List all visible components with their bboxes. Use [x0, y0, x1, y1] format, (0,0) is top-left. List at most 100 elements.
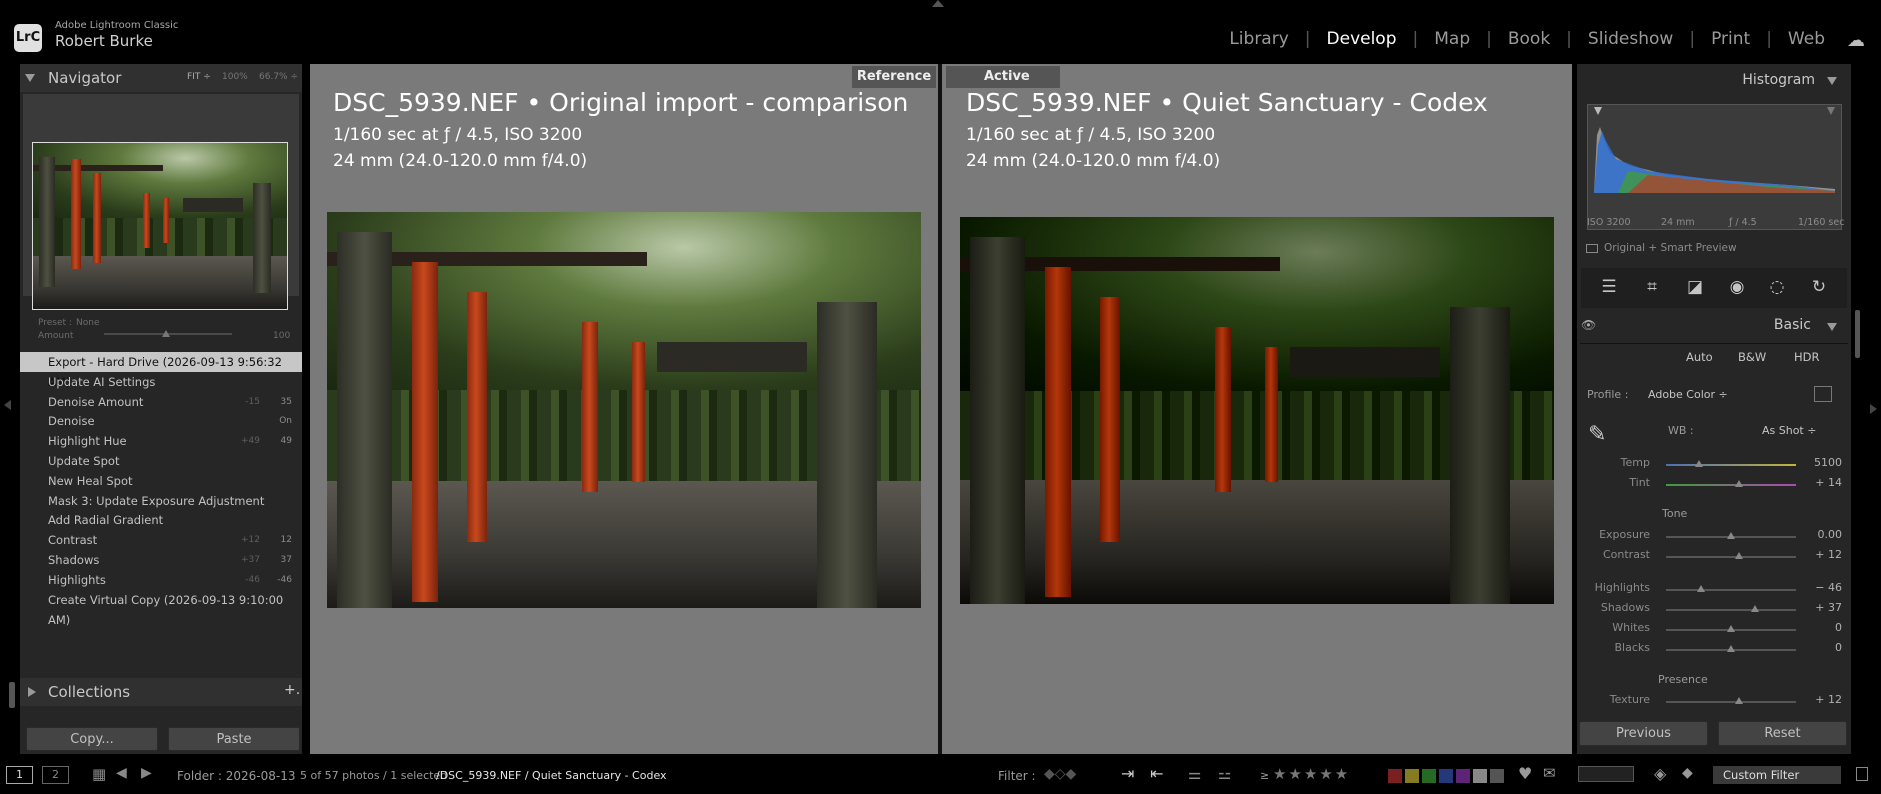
add-collection-icon[interactable]: +. — [284, 682, 300, 698]
expand-triangle-icon[interactable] — [28, 687, 36, 697]
slider-value[interactable]: 5100 — [1814, 456, 1842, 469]
slider-value[interactable]: 0 — [1835, 641, 1842, 654]
module-web[interactable]: Web — [1788, 29, 1825, 49]
history-step[interactable]: Shadows +37 37 — [20, 550, 302, 570]
slider-track[interactable] — [1666, 464, 1796, 466]
preset-value[interactable]: None — [76, 318, 99, 328]
slider-track[interactable] — [1666, 589, 1796, 591]
slider-temp[interactable]: Temp 5100 — [1590, 456, 1842, 474]
slider-value[interactable]: + 14 — [1815, 476, 1842, 489]
slider-contrast[interactable]: Contrast + 12 — [1590, 548, 1842, 566]
module-map[interactable]: Map — [1434, 29, 1470, 49]
profile-dropdown[interactable]: Adobe Color ÷ — [1648, 388, 1728, 401]
crop-icon[interactable]: ⌗ — [1641, 276, 1663, 298]
collapse-triangle-icon[interactable] — [1827, 77, 1837, 85]
left-panel-scrollbar[interactable] — [9, 682, 15, 708]
filter-lock-icon[interactable] — [1856, 767, 1868, 781]
sliders-icon[interactable]: ☰ — [1598, 276, 1620, 298]
zoom-fit[interactable]: FIT ÷ — [187, 72, 211, 82]
basic-header[interactable]: 👁 Basic — [1581, 314, 1847, 338]
history-step[interactable]: Update AI Settings — [20, 372, 302, 392]
slider-knob[interactable] — [1727, 532, 1735, 539]
heart-icon[interactable]: ♥ — [1518, 764, 1532, 783]
hdr-button[interactable]: HDR — [1794, 350, 1820, 364]
slider-knob[interactable] — [1727, 645, 1735, 652]
collections-header[interactable]: Collections +. — [20, 678, 302, 706]
panel-toggle-top[interactable] — [932, 0, 944, 7]
diamond-icon[interactable]: ◆ — [1682, 765, 1693, 781]
cloud-sync-icon[interactable]: ☁ — [1847, 30, 1865, 51]
edited-filter-icon[interactable]: ⚌ — [1188, 765, 1201, 783]
copy-button[interactable]: Copy... — [26, 727, 158, 751]
zoom-667[interactable]: 66.7% ÷ — [259, 72, 298, 82]
history-step[interactable]: Denoise On — [20, 411, 302, 431]
panel-toggle-right[interactable] — [1870, 404, 1877, 414]
history-step[interactable]: Denoise Amount -15 35 — [20, 392, 302, 412]
photo-path[interactable]: /DSC_5939.NEF / Quiet Sanctuary - Codex — [436, 769, 667, 782]
history-step[interactable]: Export - Hard Drive (2026-09-13 9:56:32 … — [20, 352, 302, 389]
picked-filter-icon[interactable]: ⇥ — [1121, 764, 1134, 783]
module-slideshow[interactable]: Slideshow — [1588, 29, 1673, 49]
slider-highlights[interactable]: Highlights − 46 — [1590, 581, 1842, 599]
slider-shadows[interactable]: Shadows + 37 — [1590, 601, 1842, 619]
slider-knob[interactable] — [1734, 480, 1743, 487]
module-book[interactable]: Book — [1508, 29, 1550, 49]
history-step[interactable]: Update Spot — [20, 451, 302, 471]
module-library[interactable]: Library — [1229, 29, 1288, 49]
eraser-icon[interactable]: ◪ — [1684, 276, 1706, 298]
redeye-icon[interactable]: ◉ — [1726, 276, 1748, 298]
next-arrow-icon[interactable]: ▶ — [141, 765, 152, 781]
slider-track[interactable] — [1666, 609, 1796, 611]
wb-dropdown[interactable]: As Shot ÷ — [1762, 424, 1816, 437]
slider-track[interactable] — [1666, 701, 1796, 703]
stack-icon[interactable]: ◈ — [1654, 764, 1666, 783]
slider-value[interactable]: 0.00 — [1818, 528, 1843, 541]
slider-whites[interactable]: Whites 0 — [1590, 621, 1842, 639]
slider-tint[interactable]: Tint + 14 — [1590, 476, 1842, 494]
slider-value[interactable]: + 37 — [1815, 601, 1842, 614]
history-step[interactable]: Add Radial Gradient — [20, 510, 302, 530]
slider-knob[interactable] — [1697, 585, 1706, 592]
history-step[interactable]: Create Virtual Copy (2026-09-13 9:10:00 … — [20, 590, 302, 627]
previous-button[interactable]: Previous — [1579, 721, 1708, 746]
slider-track[interactable] — [1666, 484, 1796, 486]
zoom-100[interactable]: 100% — [222, 72, 248, 82]
collapse-triangle-icon[interactable] — [1827, 323, 1837, 331]
comment-icon[interactable]: ✉ — [1543, 764, 1556, 782]
slider-exposure[interactable]: Exposure 0.00 — [1590, 528, 1842, 546]
slider-value[interactable]: + 12 — [1815, 548, 1842, 561]
collapse-triangle-icon[interactable] — [25, 74, 35, 82]
paste-button[interactable]: Paste — [168, 727, 300, 751]
active-photo[interactable] — [960, 217, 1554, 604]
slider-blacks[interactable]: Blacks 0 — [1590, 641, 1843, 659]
slider-value[interactable]: − 46 — [1815, 581, 1842, 594]
slider-value[interactable]: 0 — [1835, 621, 1842, 634]
slider-knob[interactable] — [1694, 460, 1703, 467]
reset-icon[interactable]: ↻ — [1808, 276, 1830, 298]
slider-knob[interactable] — [1734, 552, 1743, 559]
masking-icon[interactable]: ◌ — [1766, 276, 1788, 298]
amount-value[interactable]: 100 — [273, 331, 290, 341]
slider-knob[interactable] — [1727, 625, 1735, 632]
history-step[interactable]: Highlight Hue +49 49 — [20, 431, 302, 451]
wb-eyedropper-icon[interactable]: ✎ — [1588, 422, 1616, 454]
unedited-filter-icon[interactable]: ⚍ — [1218, 765, 1231, 783]
navigator-thumbnail[interactable] — [32, 142, 288, 310]
auto-button[interactable]: Auto — [1686, 350, 1713, 364]
eye-icon[interactable]: 👁 — [1581, 318, 1596, 332]
color-label-filter[interactable] — [1388, 769, 1504, 783]
prev-arrow-icon[interactable]: ◀ — [116, 765, 127, 781]
folder-label[interactable]: Folder : 2026-08-13 — [177, 769, 296, 783]
custom-filter-dropdown[interactable]: Custom Filter — [1713, 766, 1841, 784]
histogram[interactable] — [1587, 104, 1842, 230]
histogram-header[interactable]: Histogram — [1577, 66, 1851, 94]
grid-icon[interactable]: ▦ — [92, 765, 106, 783]
compare-divider[interactable] — [938, 64, 942, 754]
module-develop[interactable]: Develop — [1327, 29, 1397, 49]
reset-button[interactable]: Reset — [1718, 721, 1847, 746]
navigator-header[interactable]: Navigator FIT ÷ 100% 66.7% ÷ — [20, 64, 302, 92]
history-step[interactable]: Mask 3: Update Exposure Adjustment — [20, 491, 302, 511]
navigator-preview[interactable] — [23, 94, 299, 310]
history-step[interactable]: New Heal Spot — [20, 471, 302, 491]
view-2-button[interactable]: 2 — [42, 766, 69, 784]
